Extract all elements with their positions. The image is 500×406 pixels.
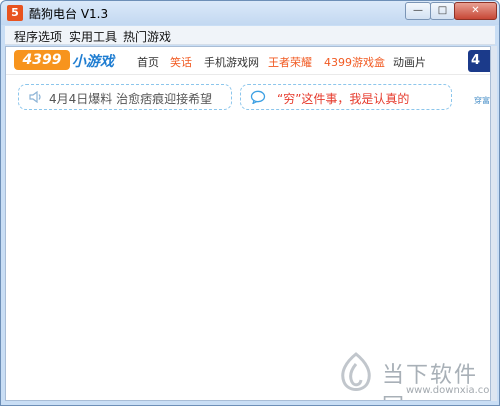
nav-link-cartoons[interactable]: 动画片 xyxy=(393,54,426,70)
news-headline-left[interactable]: 4月4日爆料 治愈痞痕迎接希望 xyxy=(18,84,232,110)
menu-utilities[interactable]: 实用工具 xyxy=(69,28,117,45)
speaker-icon xyxy=(29,91,41,103)
menu-program-options[interactable]: 程序选项 xyxy=(14,28,62,45)
menu-hot-games[interactable]: 热门游戏 xyxy=(123,28,171,45)
site-logo[interactable]: 4399 小游戏 xyxy=(14,50,118,70)
nav-link-mobile-games[interactable]: 手机游戏网 xyxy=(204,54,259,70)
logo-text: 小游戏 xyxy=(72,54,114,70)
news-headline-right-text: “穷”这件事，我是认真的 xyxy=(277,92,410,106)
side-note[interactable]: 穿富 xyxy=(474,95,490,106)
nav-link-home[interactable]: 首页 xyxy=(137,54,159,70)
nav-link-honor-of-kings[interactable]: 王者荣耀 xyxy=(268,54,312,70)
minimize-button[interactable]: — xyxy=(405,2,431,20)
nav-link-game-box[interactable]: 4399游戏盒 xyxy=(324,54,385,70)
app-window: 5 酷狗电台 V1.3 — □ ✕ 程序选项 实用工具 热门游戏 4399 小游… xyxy=(0,0,500,406)
chat-bubble-icon xyxy=(250,90,266,104)
watermark-url: www.downxia.com xyxy=(406,385,491,396)
maximize-button[interactable]: □ xyxy=(430,2,455,20)
window-title: 酷狗电台 V1.3 xyxy=(29,7,109,21)
vertical-scrollbar[interactable] xyxy=(491,46,497,401)
close-button[interactable]: ✕ xyxy=(454,2,497,20)
downxia-logo-icon xyxy=(341,352,371,391)
site-nav: 4399 小游戏 首页 笑话 手机游戏网 王者荣耀 4399游戏盒 动画片 4月 xyxy=(6,47,490,90)
kugou-radio-icon: 5 xyxy=(7,5,23,21)
menu-bar: 程序选项 实用工具 热门游戏 xyxy=(5,26,495,45)
logo-number: 4399 xyxy=(14,50,70,70)
date-badge[interactable]: 4月 xyxy=(468,50,490,90)
title-bar[interactable]: 5 酷狗电台 V1.3 — □ ✕ xyxy=(1,1,499,25)
web-content: 4399 小游戏 首页 笑话 手机游戏网 王者荣耀 4399游戏盒 动画片 4月… xyxy=(5,46,491,401)
news-headline-left-text: 4月4日爆料 治愈痞痕迎接希望 xyxy=(49,92,213,106)
nav-link-jokes[interactable]: 笑话 xyxy=(170,54,192,70)
news-headline-right[interactable]: “穷”这件事，我是认真的 xyxy=(240,84,452,110)
